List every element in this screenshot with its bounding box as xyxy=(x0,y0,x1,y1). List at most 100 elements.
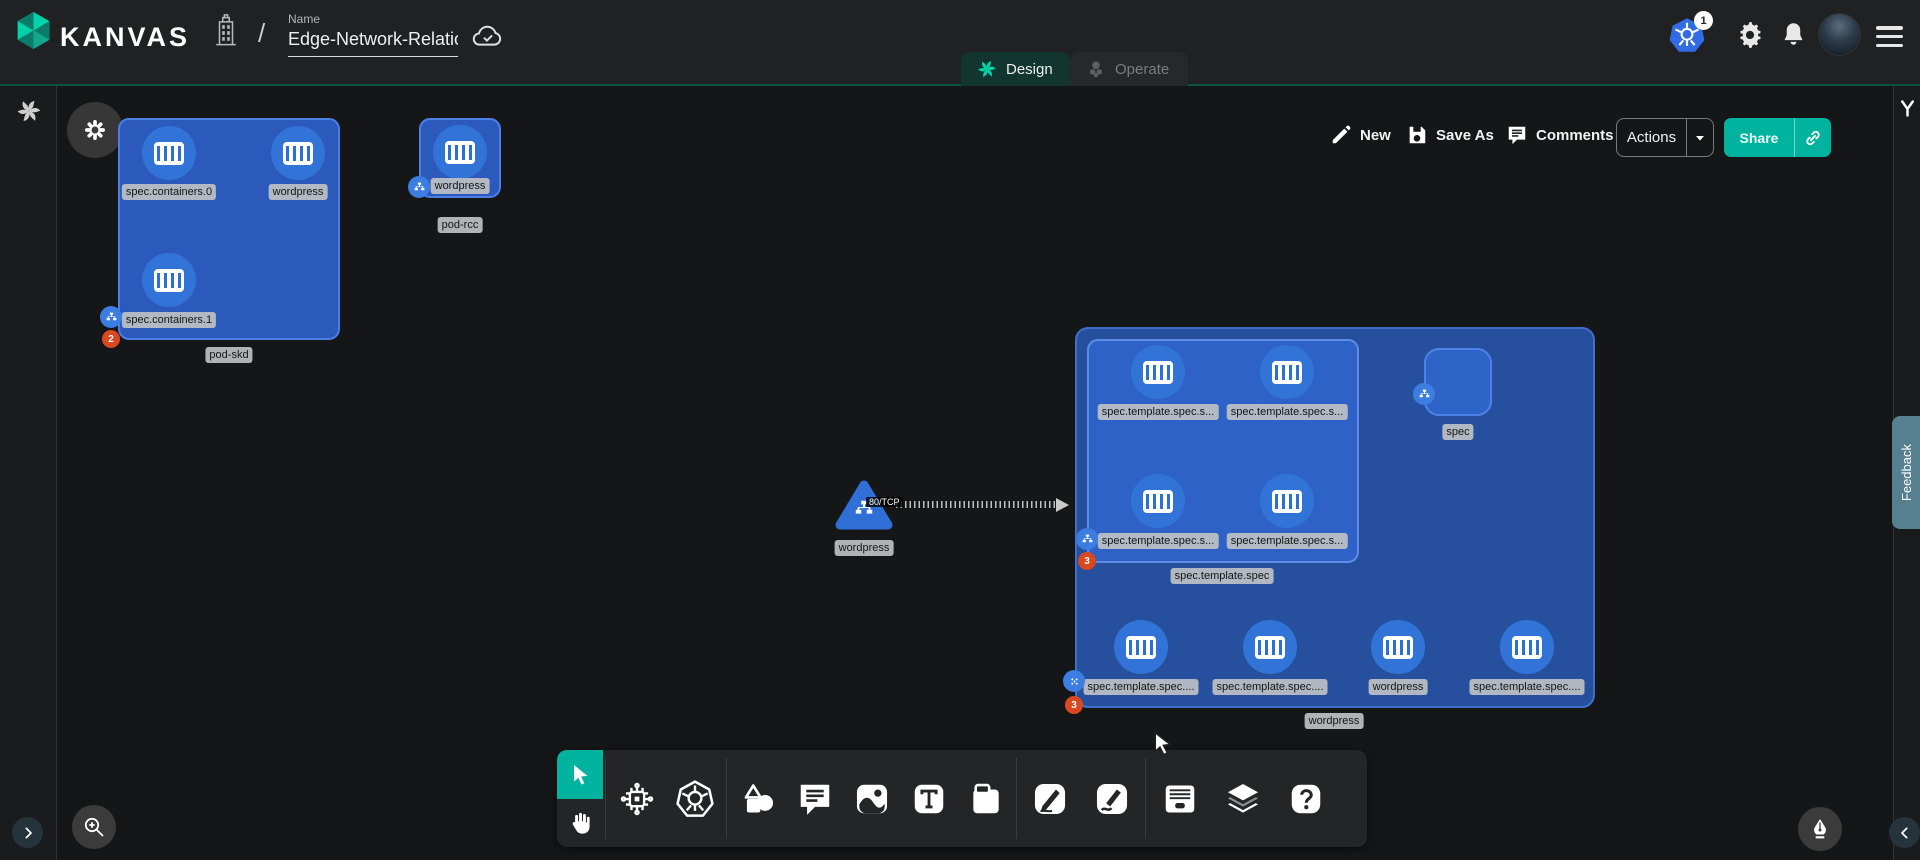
group-label-pod-rcc: pod-rcc xyxy=(438,217,483,233)
node-deploy-container-3[interactable] xyxy=(1500,620,1554,674)
kanvas-logo-text[interactable]: KANVAS xyxy=(60,22,190,53)
network-badge[interactable] xyxy=(1076,528,1098,550)
kanvas-logo-icon[interactable] xyxy=(15,11,52,52)
node-template-container-2[interactable] xyxy=(1131,474,1185,528)
node-spec[interactable] xyxy=(1424,348,1492,416)
freehand-draw-tool-button[interactable] xyxy=(1081,750,1143,847)
node-label: spec.template.spec.... xyxy=(1470,679,1585,695)
edge-service-to-deployment[interactable] xyxy=(896,501,1058,508)
node-spec-containers-1[interactable] xyxy=(142,253,196,307)
tab-design[interactable]: Design xyxy=(961,52,1070,86)
feedback-tab[interactable]: Feedback xyxy=(1892,416,1920,529)
relationship-badge[interactable] xyxy=(1063,670,1085,692)
select-tool-button[interactable] xyxy=(557,750,603,799)
layers-icon xyxy=(1224,780,1262,818)
issue-count-badge[interactable]: 3 xyxy=(1078,552,1096,570)
design-tab-label: Design xyxy=(1006,61,1053,78)
actions-dropdown-toggle[interactable] xyxy=(1687,130,1713,146)
kubernetes-tool-button[interactable] xyxy=(666,750,724,847)
edge-port-label: 80/TCP xyxy=(866,497,903,507)
container-icon xyxy=(1272,490,1302,513)
caret-down-icon xyxy=(1692,130,1708,146)
new-button-label: New xyxy=(1360,127,1391,144)
operate-tab-label: Operate xyxy=(1115,61,1169,78)
toolbar-divider xyxy=(1016,758,1017,839)
node-template-container-1[interactable] xyxy=(1260,345,1314,399)
image-tool-button[interactable] xyxy=(843,750,900,847)
operate-tab-icon xyxy=(1086,59,1106,79)
design-spiral-icon[interactable] xyxy=(16,98,42,124)
sticky-note-tool-button[interactable] xyxy=(957,750,1014,847)
layers-tool-button[interactable] xyxy=(1211,750,1274,847)
pan-tool-button[interactable] xyxy=(557,799,603,847)
share-split-button[interactable]: Share xyxy=(1724,118,1831,157)
expand-left-panel-button[interactable] xyxy=(12,817,43,848)
component-tool-button[interactable] xyxy=(608,750,666,847)
settings-gear-icon[interactable] xyxy=(1736,21,1764,49)
comment-tool-button[interactable] xyxy=(786,750,843,847)
zoom-in-button[interactable] xyxy=(72,805,116,849)
node-template-container-3[interactable] xyxy=(1260,474,1314,528)
issue-count-badge[interactable]: 3 xyxy=(1065,696,1083,714)
organization-icon[interactable] xyxy=(213,13,239,46)
edge-pen-tool-button[interactable] xyxy=(1019,750,1081,847)
hamburger-menu-icon[interactable] xyxy=(1876,26,1903,47)
node-wordpress-container[interactable] xyxy=(271,126,325,180)
cursor-icon xyxy=(568,763,592,787)
shapes-tool-button[interactable] xyxy=(729,750,786,847)
network-badge[interactable] xyxy=(100,306,122,328)
tab-operate[interactable]: Operate xyxy=(1070,52,1188,86)
node-label: wordpress xyxy=(431,178,490,194)
group-spec-template-spec[interactable] xyxy=(1087,339,1359,563)
node-label: wordpress xyxy=(835,540,894,556)
comments-button[interactable]: Comments xyxy=(1506,124,1614,146)
drawer-tool-button[interactable] xyxy=(1148,750,1211,847)
node-label: spec.template.spec.... xyxy=(1213,679,1328,695)
help-tool-button[interactable] xyxy=(1274,750,1337,847)
comments-button-label: Comments xyxy=(1536,127,1614,144)
pen-nib-icon xyxy=(1808,817,1832,841)
pen-nib-button[interactable] xyxy=(1798,807,1842,851)
cloud-saved-icon xyxy=(470,22,504,49)
layer5-y-icon[interactable] xyxy=(1897,98,1918,119)
container-icon xyxy=(1255,636,1285,659)
chip-icon xyxy=(618,780,656,818)
notifications-bell-icon[interactable] xyxy=(1780,21,1807,48)
node-wordpress-container[interactable] xyxy=(433,125,487,179)
container-icon xyxy=(1143,361,1173,384)
network-badge[interactable] xyxy=(1413,383,1435,405)
canvas-flower-button[interactable] xyxy=(67,102,123,158)
design-tab-icon xyxy=(977,59,997,79)
flower-gear-icon xyxy=(82,117,108,143)
node-label: spec.containers.0 xyxy=(122,184,216,200)
design-name-input[interactable] xyxy=(288,29,458,57)
save-as-button[interactable]: Save As xyxy=(1406,124,1494,146)
comments-icon xyxy=(1506,124,1528,146)
copy-link-button[interactable] xyxy=(1795,128,1831,148)
node-label: spec.template.spec.s... xyxy=(1098,404,1219,420)
toolbar-divider xyxy=(726,758,727,839)
node-label: wordpress xyxy=(1369,679,1428,695)
issue-count-badge[interactable]: 2 xyxy=(102,330,120,348)
help-icon xyxy=(1287,780,1325,818)
group-label-pod-skd: pod-skd xyxy=(205,347,252,363)
pointer-tools-column xyxy=(557,750,603,847)
toolbar-divider xyxy=(605,758,606,839)
node-deploy-wordpress[interactable] xyxy=(1371,620,1425,674)
node-template-container-0[interactable] xyxy=(1131,345,1185,399)
new-button[interactable]: New xyxy=(1330,124,1391,146)
user-avatar[interactable] xyxy=(1818,13,1861,56)
actions-split-button[interactable]: Actions xyxy=(1616,118,1714,157)
text-tool-button[interactable] xyxy=(900,750,957,847)
node-deploy-container-0[interactable] xyxy=(1114,620,1168,674)
node-deploy-container-1[interactable] xyxy=(1243,620,1297,674)
node-label: spec.template.spec.s... xyxy=(1098,533,1219,549)
kubernetes-icon xyxy=(676,780,714,818)
node-spec-containers-0[interactable] xyxy=(142,126,196,180)
group-label-deployment-wordpress: wordpress xyxy=(1305,713,1364,729)
container-icon xyxy=(154,269,184,292)
app-header: KANVAS / Name Design Operate 1 xyxy=(0,0,1920,86)
network-badge[interactable] xyxy=(408,176,430,198)
expand-right-panel-button[interactable] xyxy=(1889,817,1920,848)
kanvas-app: KANVAS / Name Design Operate 1 xyxy=(0,0,1920,860)
